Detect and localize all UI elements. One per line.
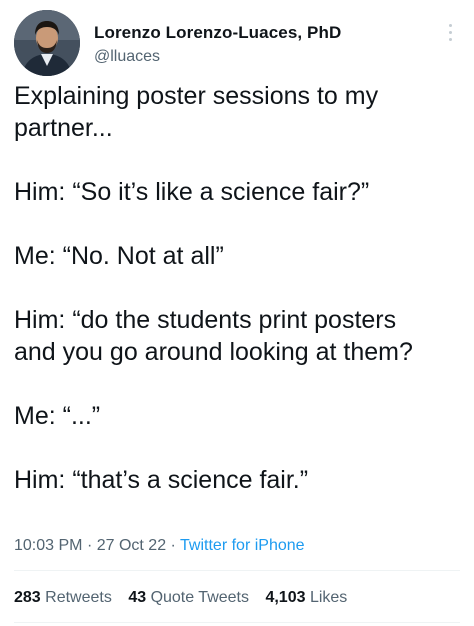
tweet-card: Lorenzo Lorenzo-Luaces, PhD @lluaces Exp… [0,0,474,626]
tweet-line: Him: “So it’s like a science fair?” [14,178,370,206]
tweet-stats: 283 Retweets 43 Quote Tweets 4,103 Likes [14,588,359,608]
divider [14,622,460,623]
tweet-line-gap [14,144,460,176]
tweet-line-gap [14,368,460,400]
retweets-stat[interactable]: 283 Retweets [14,588,112,608]
avatar[interactable] [14,10,80,76]
author-handle[interactable]: @lluaces [94,47,341,67]
divider [14,570,460,571]
tweet-line: Him: “do the students print posters [14,306,397,334]
tweet-line: Me: “...” [14,402,101,430]
tweet-line: Him: “that’s a science fair.” [14,466,309,494]
meta-separator: · [170,537,176,554]
tweet-text: Explaining poster sessions to my partner… [14,80,460,496]
tweet-line: and you go around looking at them? [14,338,413,366]
meta-separator: · [86,537,93,554]
likes-label: Likes [309,589,348,606]
tweet-line-gap [14,208,460,240]
tweet-time[interactable]: 10:03 PM [14,537,82,554]
quote-tweets-stat[interactable]: 43 Quote Tweets [128,588,249,608]
tweet-meta: 10:03 PM · 27 Oct 22 · Twitter for iPhon… [14,536,305,556]
tweet-line: partner... [14,114,113,142]
tweet-line: Me: “No. Not at all” [14,242,224,270]
quote-tweets-label: Quote Tweets [150,589,249,606]
tweet-source-link[interactable]: Twitter for iPhone [180,537,305,554]
author-names: Lorenzo Lorenzo-Luaces, PhD @lluaces [94,22,341,67]
retweets-count: 283 [14,589,41,606]
tweet-date[interactable]: 27 Oct 22 [97,537,166,554]
more-options-icon[interactable] [446,24,454,46]
tweet-line: Explaining poster sessions to my [14,82,379,110]
likes-stat[interactable]: 4,103 Likes [265,588,347,608]
likes-count: 4,103 [265,589,306,606]
profile-photo-icon [14,10,80,76]
quote-tweets-count: 43 [128,589,147,606]
retweets-label: Retweets [45,589,112,606]
tweet-header: Lorenzo Lorenzo-Luaces, PhD @lluaces [14,10,460,76]
tweet-line-gap [14,272,460,304]
author-display-name[interactable]: Lorenzo Lorenzo-Luaces, PhD [94,22,341,43]
tweet-line-gap [14,432,460,464]
